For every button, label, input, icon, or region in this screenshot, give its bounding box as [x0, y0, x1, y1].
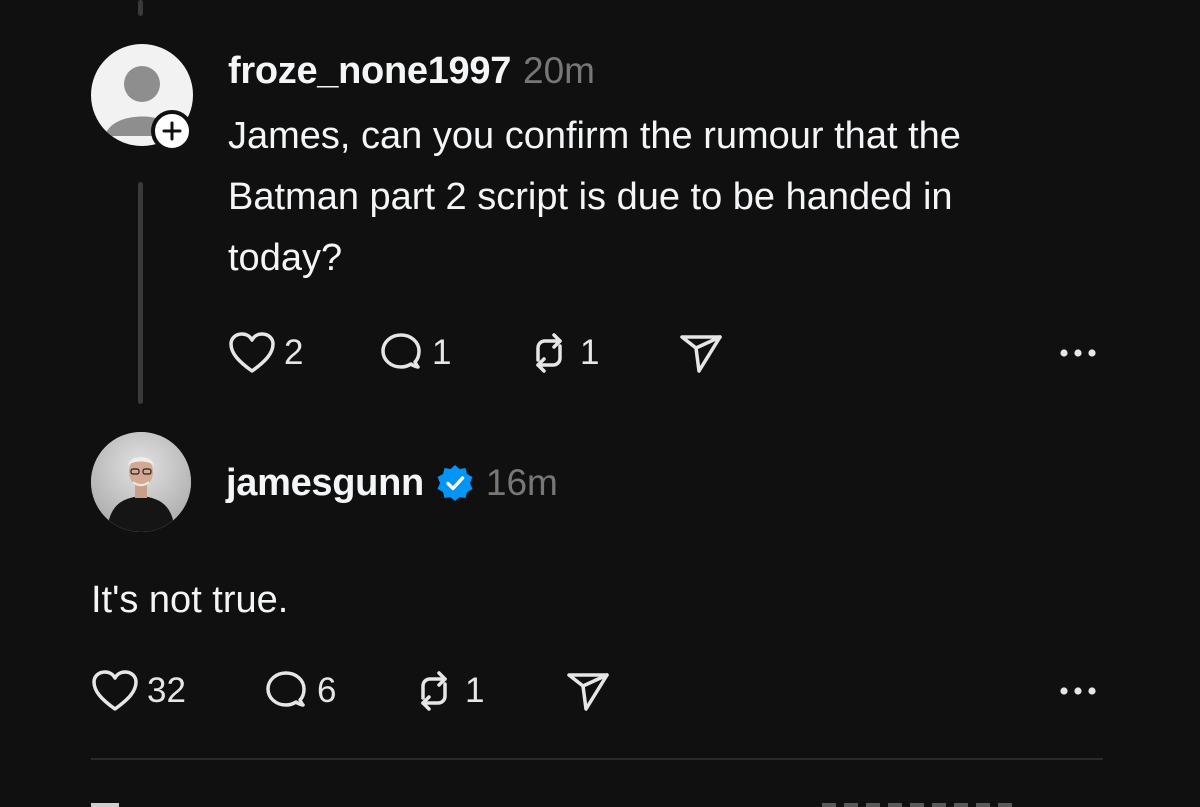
comment-count: 1	[432, 333, 452, 372]
thread-line-top	[138, 0, 143, 16]
answer-timestamp[interactable]: 16m	[486, 462, 558, 504]
more-icon	[1060, 687, 1096, 695]
verified-badge-icon	[436, 464, 474, 502]
answer-username[interactable]: jamesgunn	[226, 462, 424, 505]
more-options-button[interactable]	[1056, 676, 1100, 706]
share-button[interactable]	[678, 328, 724, 378]
heart-icon	[92, 670, 138, 711]
reply-avatar[interactable]	[91, 44, 193, 152]
thread-line	[138, 182, 143, 404]
comment-icon	[266, 671, 306, 707]
reply-actions: 2 1 1	[228, 328, 1108, 378]
like-count: 2	[284, 333, 304, 372]
answer-text: It's not true.	[91, 579, 289, 621]
like-button[interactable]: 32	[91, 666, 186, 716]
answer-header: jamesgunn 16m	[226, 460, 558, 506]
reply-text-line: Batman part 2 script is due to be handed…	[228, 176, 953, 218]
profile-photo-icon	[91, 432, 191, 532]
comment-icon	[381, 333, 421, 369]
comment-count: 6	[317, 671, 337, 710]
follow-button[interactable]	[151, 110, 193, 152]
comment-button[interactable]: 6	[263, 666, 336, 716]
send-icon	[680, 335, 722, 373]
like-button[interactable]: 2	[228, 328, 303, 378]
repost-icon	[421, 671, 447, 711]
share-button[interactable]	[565, 666, 611, 716]
send-icon	[567, 673, 609, 711]
reply-username[interactable]: froze_none1997	[228, 50, 511, 93]
plus-icon	[162, 121, 182, 141]
heart-icon	[229, 332, 275, 373]
reply-text-line: James, can you confirm the rumour that t…	[228, 115, 961, 157]
answer-actions: 32 6 1	[91, 666, 971, 716]
reply-text: James, can you confirm the rumour that t…	[228, 106, 961, 289]
comment-button[interactable]: 1	[378, 328, 451, 378]
repost-count: 1	[580, 333, 600, 372]
reply-text-line: today?	[228, 237, 343, 279]
repost-icon	[536, 333, 562, 373]
like-count: 32	[147, 671, 186, 710]
repost-button[interactable]: 1	[526, 328, 599, 378]
repost-button[interactable]: 1	[411, 666, 484, 716]
reply-timestamp[interactable]: 20m	[523, 50, 595, 92]
repost-count: 1	[465, 671, 485, 710]
jamesgunn-avatar[interactable]	[91, 432, 191, 532]
next-post-edge	[91, 803, 119, 807]
post-divider	[91, 758, 1103, 760]
reply-header: froze_none1997 20m	[228, 48, 595, 94]
next-post-edge	[822, 803, 1017, 807]
more-icon	[1060, 349, 1096, 357]
more-options-button[interactable]	[1056, 338, 1100, 368]
